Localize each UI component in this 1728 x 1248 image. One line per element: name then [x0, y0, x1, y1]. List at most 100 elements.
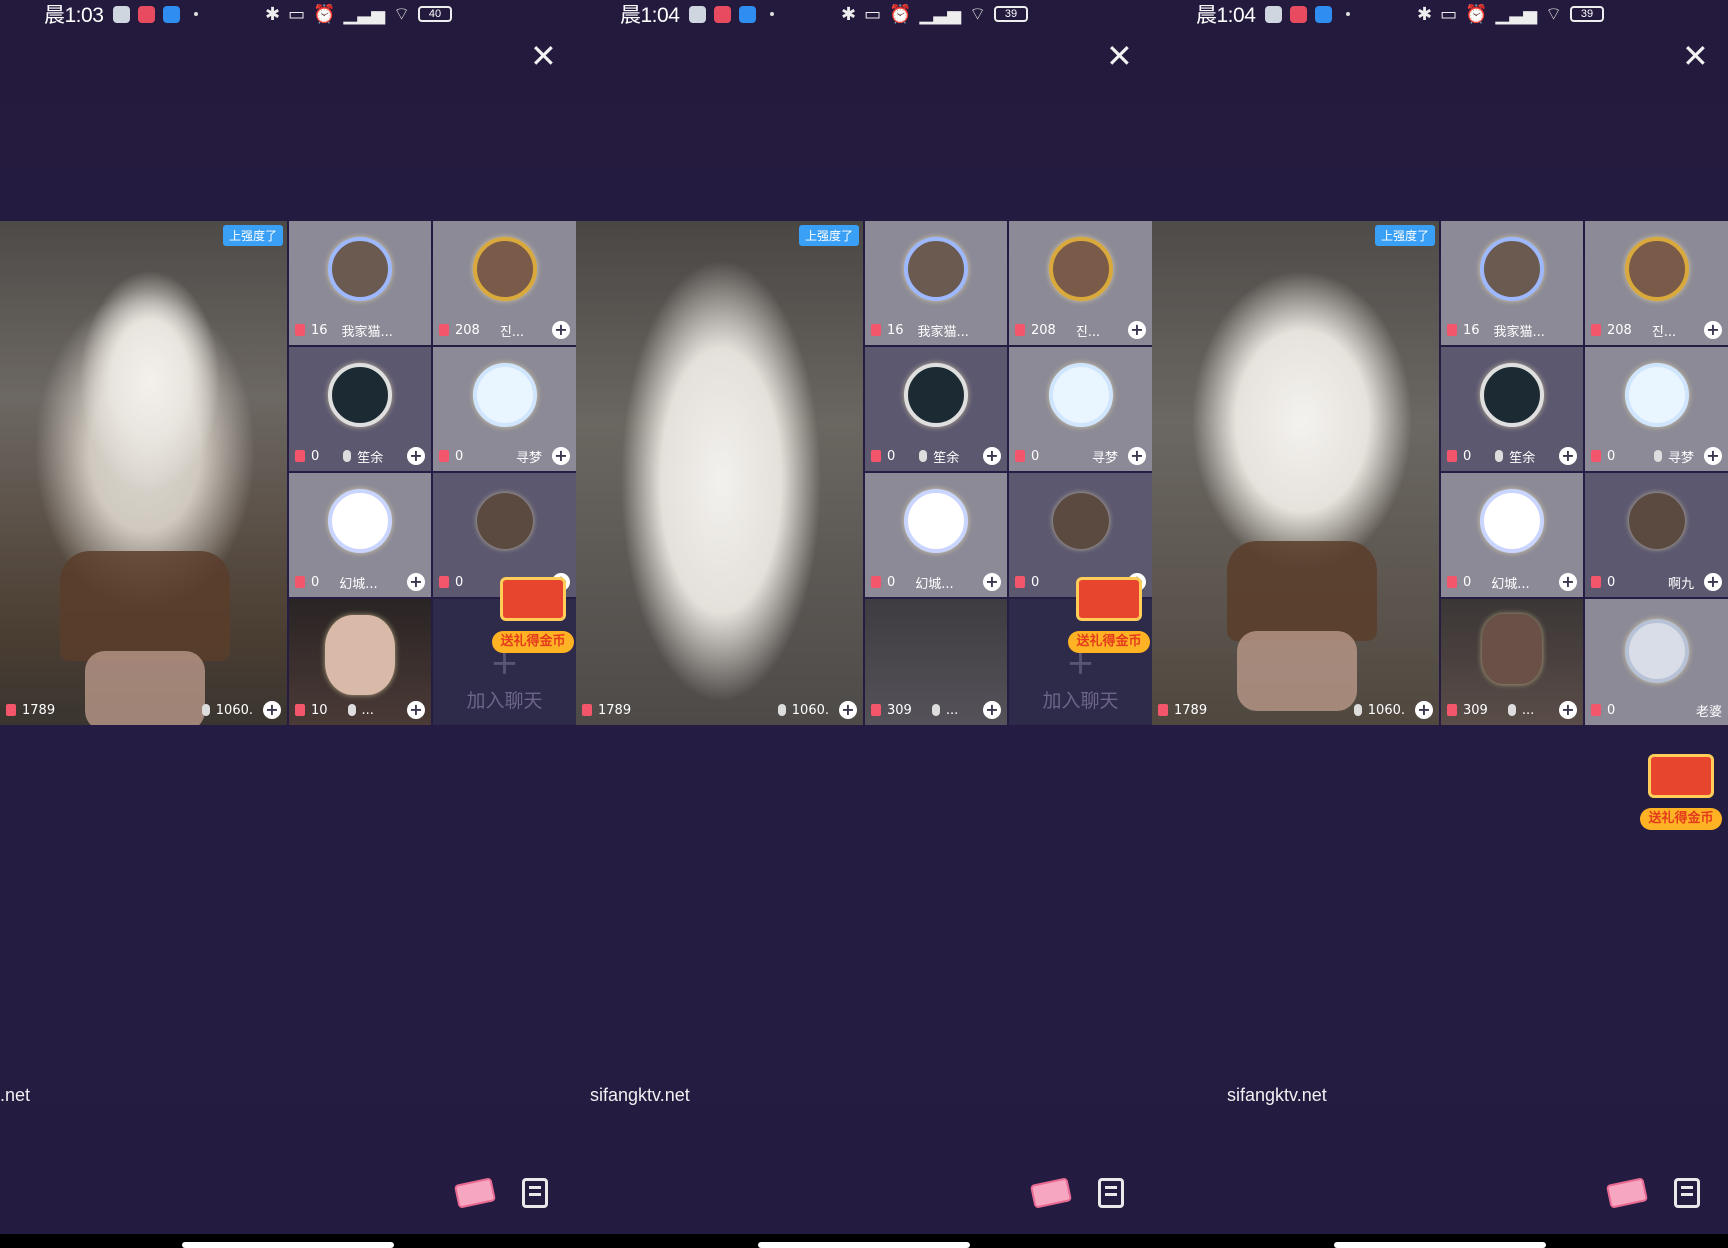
close-icon[interactable]: ✕ — [1106, 40, 1133, 72]
vibrate-icon: ▭ — [1440, 3, 1458, 25]
follow-button[interactable]: + — [263, 701, 281, 719]
mic-seat[interactable]: 0 笙余 + — [289, 347, 431, 471]
avatar — [328, 489, 392, 553]
avatar — [1480, 489, 1544, 553]
follow-button[interactable]: + — [983, 573, 1001, 591]
follow-button[interactable]: + — [1704, 321, 1722, 339]
follow-button[interactable]: + — [407, 447, 425, 465]
gift-count: 0 — [1031, 448, 1040, 464]
share-list-icon[interactable] — [1674, 1178, 1700, 1208]
mic-seat[interactable]: 0 寻梦 + — [1585, 347, 1728, 471]
avatar — [1480, 363, 1544, 427]
mic-seat[interactable]: 0 幻城... + — [289, 473, 431, 597]
mic-seat[interactable]: 0 幻城... + — [1441, 473, 1583, 597]
battery-icon: 40 — [418, 6, 452, 22]
mic-icon — [201, 704, 210, 716]
mic-seat[interactable]: 0 幻城... + — [865, 473, 1007, 597]
seat-name: 寻梦 — [515, 450, 542, 466]
ticket-icon[interactable] — [1605, 1177, 1649, 1209]
mic-seat[interactable]: 0 笙余 + — [1441, 347, 1583, 471]
follow-button[interactable]: + — [407, 573, 425, 591]
mic-seat[interactable]: 0 笙余 + — [865, 347, 1007, 471]
gift-icon — [1447, 704, 1457, 716]
mic-seat-video[interactable]: 309... + — [1441, 599, 1583, 725]
follow-button[interactable]: + — [1128, 447, 1146, 465]
gift-count: 10 — [311, 702, 328, 718]
gift-count: 0 — [311, 448, 320, 464]
video-figure — [1227, 541, 1377, 641]
close-icon[interactable]: ✕ — [1682, 40, 1709, 72]
seat-name: 진... — [499, 324, 525, 340]
avatar — [1624, 363, 1689, 427]
host-meta: 1789 1060. + — [576, 695, 863, 725]
treasure-chest-icon — [1648, 754, 1714, 798]
mic-seat[interactable]: 16 我家猫... — [865, 221, 1007, 345]
mic-seat-grid: 上强度了 1789 1060. + 16 我家猫... 208 진... + 0… — [576, 221, 1152, 725]
avatar — [1048, 363, 1113, 427]
mic-seat-video[interactable]: 10... + — [289, 599, 431, 725]
app-notification-icon — [113, 5, 131, 23]
host-video[interactable]: 上强度了 1789 1060. + — [1152, 221, 1439, 725]
gift-count: 0 — [455, 448, 464, 464]
gift-icon — [439, 576, 449, 588]
seat-name: 啊九 — [1667, 576, 1694, 592]
follow-button[interactable]: + — [407, 701, 425, 719]
mic-seat[interactable]: 16 我家猫... — [289, 221, 431, 345]
mic-icon — [919, 450, 928, 462]
close-icon[interactable]: ✕ — [530, 40, 557, 72]
follow-button[interactable]: + — [1559, 573, 1577, 591]
mic-icon — [343, 450, 352, 462]
seat-name: ... — [361, 702, 374, 718]
follow-button[interactable]: + — [1704, 573, 1722, 591]
avatar — [904, 363, 968, 427]
mic-seat[interactable]: 208 진... + — [1585, 221, 1728, 345]
vibrate-icon: ▭ — [288, 3, 306, 25]
host-video[interactable]: 上强度了 1789 1060. + — [576, 221, 863, 725]
follow-button[interactable]: + — [552, 447, 570, 465]
follow-button[interactable]: + — [552, 321, 570, 339]
mic-seat-video[interactable]: 309... + — [865, 599, 1007, 725]
mic-seat[interactable]: 16 我家猫... — [1441, 221, 1583, 345]
gift-chest-button[interactable]: 送礼得金币 — [1640, 754, 1722, 830]
ticket-icon[interactable] — [453, 1177, 497, 1209]
gift-icon — [871, 324, 881, 336]
follow-button[interactable]: + — [1559, 447, 1577, 465]
watermark: .net — [0, 1085, 31, 1105]
gift-chest-button[interactable]: 送礼得金币 — [492, 577, 574, 653]
avatar — [325, 615, 395, 695]
mic-seat[interactable]: 0 寻梦 + — [1009, 347, 1152, 471]
gift-count: 0 — [311, 574, 320, 590]
gift-icon — [1015, 576, 1025, 588]
gift-count: 0 — [1607, 702, 1616, 718]
follow-button[interactable]: + — [839, 701, 857, 719]
host-video[interactable]: 上强度了 1789 1060. + — [0, 221, 287, 725]
mic-seat[interactable]: 208 진... + — [1009, 221, 1152, 345]
share-list-icon[interactable] — [1098, 1178, 1124, 1208]
share-list-icon[interactable] — [522, 1178, 548, 1208]
home-indicator[interactable] — [182, 1242, 394, 1248]
gift-count: 0 — [1463, 448, 1472, 464]
follow-button[interactable]: + — [983, 447, 1001, 465]
mic-icon — [931, 704, 940, 716]
gift-icon — [871, 704, 881, 716]
follow-button[interactable]: + — [1128, 321, 1146, 339]
mic-icon — [1495, 450, 1504, 462]
avatar — [1052, 493, 1109, 549]
gift-icon — [1158, 704, 1168, 716]
follow-button[interactable]: + — [1704, 447, 1722, 465]
home-indicator[interactable] — [1334, 1242, 1546, 1248]
mic-seat[interactable]: 0 老婆 — [1585, 599, 1728, 725]
app-notification-icon — [138, 5, 156, 23]
gift-count: 16 — [311, 322, 328, 338]
mic-seat[interactable]: 0 啊九 + — [1585, 473, 1728, 597]
gift-chest-button[interactable]: 送礼得金币 — [1068, 577, 1150, 653]
mic-seat[interactable]: 0 寻梦 + — [433, 347, 576, 471]
ticket-icon[interactable] — [1029, 1177, 1073, 1209]
follow-button[interactable]: + — [1415, 701, 1433, 719]
avatar — [476, 493, 533, 549]
follow-button[interactable]: + — [983, 701, 1001, 719]
follow-button[interactable]: + — [1559, 701, 1577, 719]
gift-icon — [439, 324, 449, 336]
home-indicator[interactable] — [758, 1242, 970, 1248]
mic-seat[interactable]: 208 진... + — [433, 221, 576, 345]
